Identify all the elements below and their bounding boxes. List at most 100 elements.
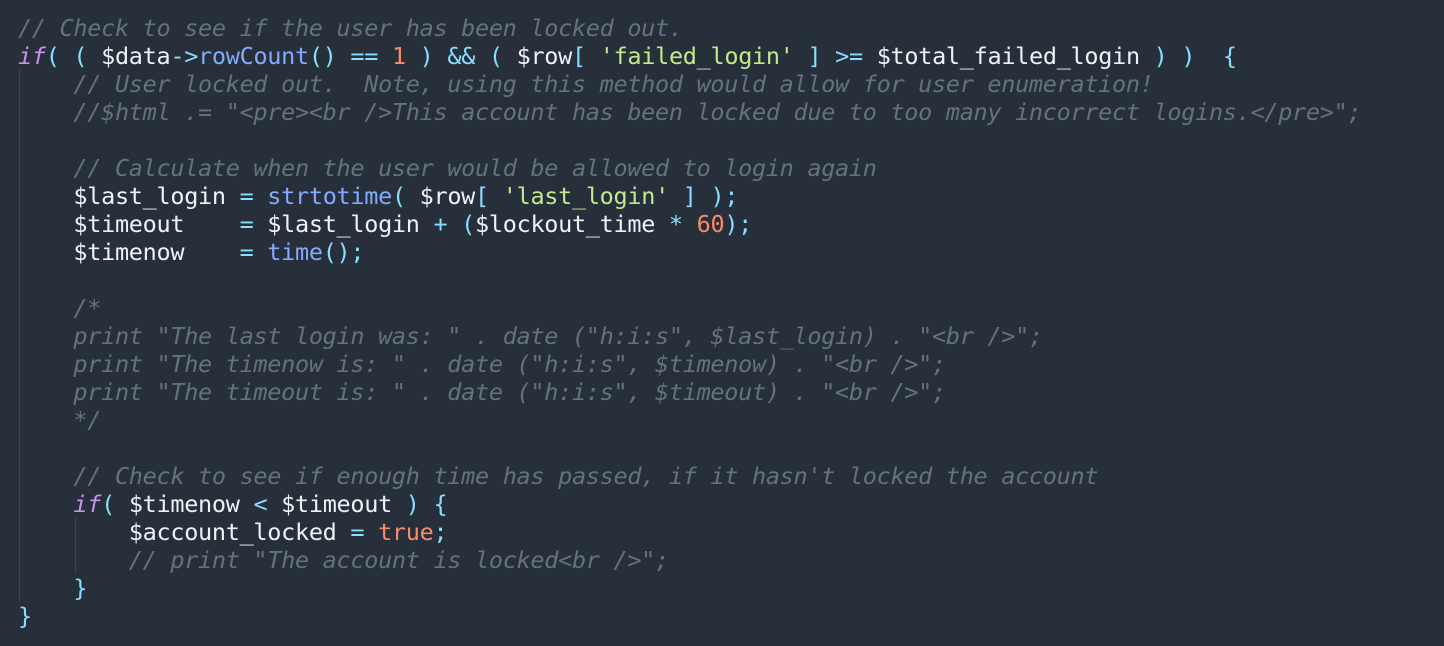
code-line[interactable]: // print "The account is locked<br />"; [18, 546, 1444, 574]
indentation [18, 378, 73, 406]
code-variable: $row [516, 42, 573, 70]
indentation [18, 518, 129, 546]
code-editor[interactable]: // Check to see if the user has been loc… [18, 14, 1444, 646]
indentation [18, 406, 73, 434]
code-line[interactable]: print "The last login was: " . date ("h:… [18, 322, 1444, 350]
indent-guide [19, 98, 20, 126]
code-line[interactable] [18, 434, 1444, 462]
code-line[interactable]: /* [18, 294, 1444, 322]
indent-guide [19, 490, 20, 518]
code-line[interactable]: $timenow = time(); [18, 238, 1444, 266]
indentation [18, 462, 73, 490]
code-line[interactable]: // Check to see if enough time has passe… [18, 462, 1444, 490]
code-number: 60 [696, 210, 725, 238]
code-punctuation: [ [475, 182, 503, 210]
code-comment: // User locked out. Note, using this met… [73, 70, 1154, 98]
code-keyword: if [73, 490, 102, 518]
code-punctuation: + ( [419, 210, 476, 238]
code-punctuation: } [18, 602, 32, 630]
code-punctuation: (); [322, 238, 365, 266]
indent-guide [19, 294, 20, 322]
code-line[interactable]: if( $timenow < $timeout ) { [18, 490, 1444, 518]
indentation [18, 490, 73, 518]
code-punctuation: ; [433, 518, 448, 546]
code-line[interactable]: } [18, 602, 1444, 630]
indent-guide [19, 518, 20, 546]
indentation [18, 154, 73, 182]
code-variable: $account_locked [128, 518, 337, 546]
code-variable: $data [101, 42, 171, 70]
indent-guide [19, 70, 20, 98]
indentation [18, 70, 73, 98]
code-punctuation: = [184, 210, 268, 238]
code-variable: $last_login [73, 182, 226, 210]
code-variable: $timeout [73, 210, 185, 238]
code-punctuation: -> [170, 42, 199, 70]
indentation [18, 322, 73, 350]
code-punctuation: = [225, 182, 268, 210]
indent-guide [75, 518, 76, 546]
indent-guide [75, 546, 76, 574]
code-function-name: time [267, 238, 323, 266]
code-punctuation: ( ( [45, 42, 102, 70]
code-punctuation: ( [101, 490, 129, 518]
code-punctuation: * [655, 210, 697, 238]
indentation [18, 98, 73, 126]
indentation [18, 294, 73, 322]
code-line[interactable]: print "The timenow is: " . date ("h:i:s"… [18, 350, 1444, 378]
code-line[interactable]: // Check to see if the user has been loc… [18, 14, 1444, 42]
code-line[interactable]: */ [18, 406, 1444, 434]
code-punctuation: ( [391, 182, 420, 210]
indent-guide [19, 378, 20, 406]
code-comment: print "The timeout is: " . date ("h:i:s"… [73, 378, 946, 406]
code-line[interactable]: // Calculate when the user would be allo… [18, 154, 1444, 182]
indent-guide [19, 126, 20, 154]
indent-guide [19, 546, 20, 574]
code-line[interactable]: } [18, 574, 1444, 602]
code-comment: */ [73, 406, 102, 434]
code-line[interactable]: $timeout = $last_login + ($lockout_time … [18, 210, 1444, 238]
code-punctuation: ) && ( [405, 42, 517, 70]
code-line[interactable]: $last_login = strtotime( $row[ 'last_log… [18, 182, 1444, 210]
code-punctuation: ); [724, 210, 753, 238]
code-punctuation: () == [308, 42, 392, 70]
code-punctuation: ] >= [793, 42, 877, 70]
code-variable: $timenow [128, 490, 240, 518]
code-line[interactable]: print "The timeout is: " . date ("h:i:s"… [18, 378, 1444, 406]
code-punctuation: ] ); [668, 182, 739, 210]
code-variable: $timeout [281, 490, 392, 518]
indent-guide [19, 238, 20, 266]
indent-guide [19, 322, 20, 350]
code-line[interactable]: if( ( $data->rowCount() == 1 ) && ( $row… [18, 42, 1444, 70]
code-comment: //$html .= "<pre><br />This account has … [73, 98, 1362, 126]
code-variable: $row [419, 182, 476, 210]
code-comment: // Calculate when the user would be allo… [73, 154, 877, 182]
code-line[interactable] [18, 266, 1444, 294]
code-comment: print "The timenow is: " . date ("h:i:s"… [73, 350, 946, 378]
code-punctuation: ) { [391, 490, 448, 518]
code-punctuation: [ [572, 42, 600, 70]
code-line[interactable]: $account_locked = true; [18, 518, 1444, 546]
code-boolean: true [378, 518, 434, 546]
indent-guide [19, 574, 20, 602]
indentation [18, 182, 73, 210]
code-string: 'last_login' [502, 182, 669, 210]
code-comment: /* [73, 294, 102, 322]
code-comment: print "The last login was: " . date ("h:… [73, 322, 1043, 350]
code-variable: $total_failed_login [876, 42, 1140, 70]
code-string: 'failed_login' [599, 42, 794, 70]
code-line[interactable] [18, 126, 1444, 154]
code-line[interactable]: //$html .= "<pre><br />This account has … [18, 98, 1444, 126]
indent-guide [19, 350, 20, 378]
code-punctuation: < [239, 490, 282, 518]
code-variable: $last_login [267, 210, 420, 238]
code-line[interactable]: // User locked out. Note, using this met… [18, 70, 1444, 98]
code-keyword: if [18, 42, 46, 70]
code-function-name: strtotime [267, 182, 392, 210]
indent-guide [19, 406, 20, 434]
indentation [18, 574, 73, 602]
indent-guide [19, 154, 20, 182]
indentation [18, 546, 129, 574]
code-comment: // print "The account is locked<br />"; [128, 546, 669, 574]
code-comment: // Check to see if the user has been loc… [18, 14, 683, 42]
